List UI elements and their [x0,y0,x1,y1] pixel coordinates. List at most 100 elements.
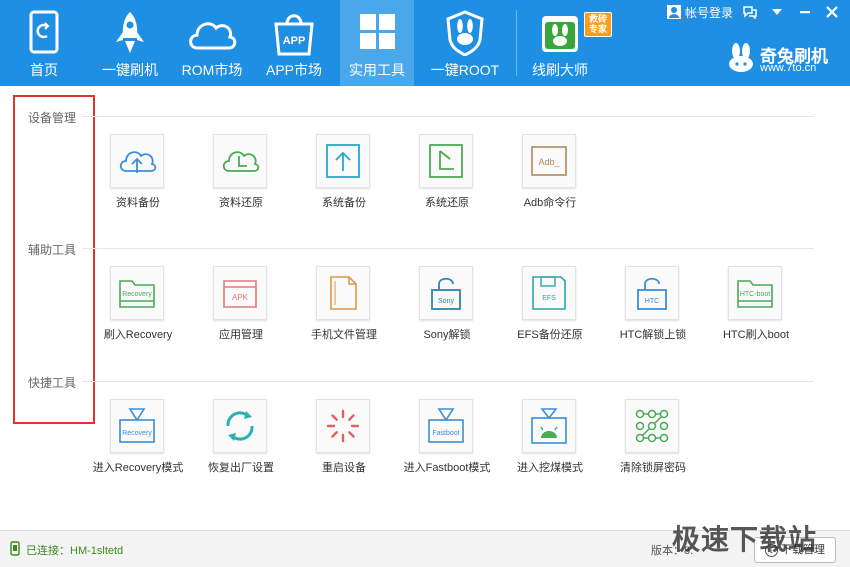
close-icon[interactable] [825,5,839,19]
tool-label: 资料备份 [116,197,160,209]
tool-tile: Recovery [110,399,164,453]
section-divider [82,116,814,117]
nav-label: 一键ROOT [430,62,500,78]
grid-icon [360,14,395,49]
connection-status: 已连接：HM-1sltetd [26,545,124,557]
tool-tile [522,399,576,453]
nav-utility-tools[interactable]: 实用工具 [340,0,414,86]
tool-label: HTC解锁上锁 [619,329,687,341]
svg-text:Adb_: Adb_ [538,157,560,167]
upload-box-icon [326,144,360,178]
tool-label: 进入挖煤模式 [517,462,583,474]
restore-box-icon [429,144,463,178]
loading-icon [326,409,360,443]
tool-tile: HTC [625,266,679,320]
tool-label: 恢复出厂设置 [208,462,274,474]
tool-tile [213,134,267,188]
nav-home[interactable]: 首页 [8,0,80,86]
tool-label: EFS备份还原 [517,329,583,341]
svg-text:Sony: Sony [438,298,454,305]
svg-text:Recovery: Recovery [122,291,152,298]
nav-one-click-root[interactable]: 一键ROOT [426,0,504,86]
tool-tile [316,134,370,188]
svg-text:APK: APK [232,293,249,302]
nav-label: 实用工具 [349,62,405,78]
feedback-icon[interactable] [743,5,757,19]
tool-label: 资料还原 [219,197,263,209]
nav-label: 线刷大师 [532,62,588,78]
nav-label: 首页 [30,62,58,78]
dropdown-icon[interactable] [771,7,783,17]
tool-label: HTC刷入boot [722,329,790,341]
tool-label: Sony解锁 [423,329,471,341]
rescue-expert-badge: 救砖 专家 [584,12,612,37]
nav-label: 一键刷机 [102,62,158,78]
apk-box-icon: APK [223,280,257,308]
tool-tile [213,399,267,453]
tool-tile [316,399,370,453]
rocket-icon [116,12,144,53]
nav-app-market[interactable]: APP APP市场 [258,0,330,86]
tool-label: 系统备份 [322,197,366,209]
nav-divider [516,10,517,76]
nav-rom-market[interactable]: ROM市场 [176,0,248,86]
nav-label: APP市场 [265,62,322,78]
folder-icon: HTC-boot [737,280,773,308]
folder-icon: Recovery [119,280,155,308]
svg-text:EFS: EFS [542,295,556,302]
phone-connected-icon [10,541,20,556]
down-arrow-box-icon: Recovery [119,408,155,443]
terminal-icon: Adb_ [531,146,567,176]
tool-label: 系统还原 [425,197,469,209]
cloud-upload-icon [119,151,157,173]
down-arrow-box-icon: Fastboot [428,408,464,443]
svg-text:HTC-boot: HTC-boot [740,291,770,298]
pattern-lock-icon [635,409,669,443]
brand-url: www.7to.cn [760,62,817,74]
tool-label: 进入Recovery模式 [92,462,184,474]
floppy-icon: EFS [532,276,566,310]
section-title-assist: 辅助工具 [28,243,77,257]
svg-text:Fastboot: Fastboot [432,430,459,437]
section-title-quick: 快捷工具 [28,376,77,390]
tool-label: 刷入Recovery [103,329,173,341]
android-icon [531,408,567,444]
tool-label: Adb命令行 [523,197,577,209]
watermark: 极速下载站 [672,524,818,555]
shield-rabbit-icon [446,10,484,56]
tool-tile: HTC-boot [728,266,782,320]
svg-text:APP: APP [283,35,306,47]
refresh-icon [226,411,254,441]
tool-tile: APK [213,266,267,320]
lock-icon: Sony [431,277,461,310]
tool-tile [625,399,679,453]
shopping-bag-icon: APP [274,14,314,56]
section-divider [82,248,814,249]
cloud-icon [189,22,237,50]
nav-label: ROM市场 [181,62,243,78]
login-link[interactable]: 帐号登录 [685,2,733,24]
tool-tile [419,134,473,188]
top-navigation-bar: 首页 一键刷机 ROM市场 APP APP市场 实用工具 一键ROOT 线刷大师… [0,0,850,86]
lock-icon: HTC [637,277,667,310]
phone-icon [29,10,59,54]
user-icon [667,5,681,19]
nav-one-click-flash[interactable]: 一键刷机 [94,0,166,86]
brand-logo-icon [729,43,753,72]
tool-label: 进入Fastboot模式 [403,462,491,474]
minimize-icon[interactable] [798,5,812,19]
svg-text:HTC: HTC [645,298,659,305]
cloud-restore-icon [222,151,260,172]
tool-tile: Recovery [110,266,164,320]
tool-label: 重启设备 [322,462,366,474]
file-icon [330,276,357,310]
tool-tile: Sony [419,266,473,320]
tool-tile [110,134,164,188]
rabbit-master-icon [542,16,578,52]
tool-tile: Adb_ [522,134,576,188]
tool-tile [316,266,370,320]
section-divider [82,381,814,382]
tool-label: 手机文件管理 [311,329,377,341]
tool-label: 应用管理 [219,329,263,341]
tool-label: 清除锁屏密码 [620,462,686,474]
